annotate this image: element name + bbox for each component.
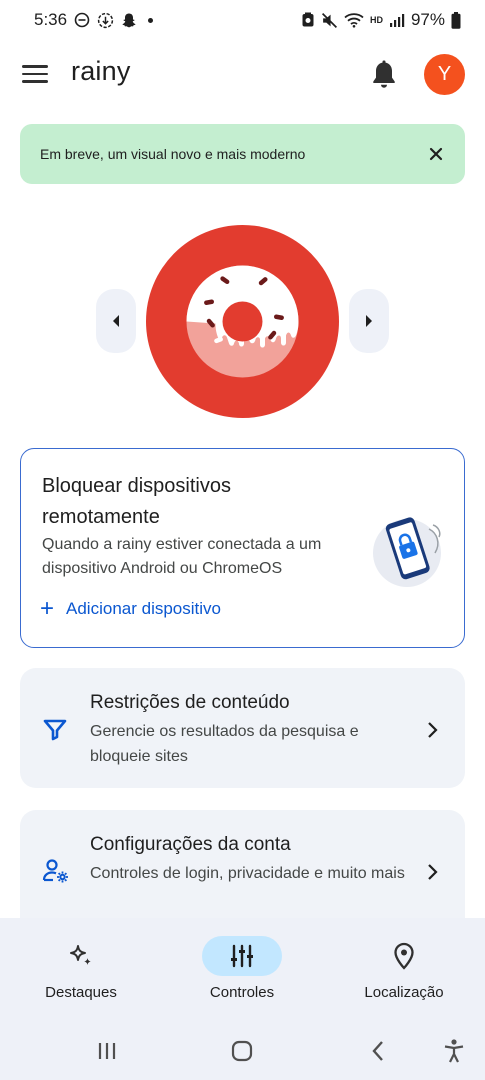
bottom-navigation: Destaques Controles Localização xyxy=(0,918,485,1030)
status-left: 5:36 xyxy=(34,10,154,30)
close-icon[interactable] xyxy=(425,143,447,165)
app-title: rainy xyxy=(71,56,131,86)
lock-devices-card[interactable]: Bloquear dispositivos remotamente Quando… xyxy=(20,448,465,648)
bell-icon[interactable] xyxy=(371,60,397,90)
chevron-right-icon xyxy=(366,315,372,327)
chevron-right-icon xyxy=(425,862,439,882)
home-icon[interactable] xyxy=(227,1036,257,1066)
app-bar: rainy Y xyxy=(0,44,485,104)
system-navigation-bar xyxy=(0,1030,485,1080)
location-pin-icon xyxy=(364,936,444,976)
signal-icon xyxy=(389,13,405,28)
mute-icon xyxy=(321,12,338,29)
menu-icon[interactable] xyxy=(22,62,48,86)
plus-icon: + xyxy=(40,595,55,622)
content-restrictions-card[interactable]: Restrições de conteúdo Gerencie os resul… xyxy=(20,668,465,788)
donut-illustration xyxy=(146,225,339,418)
chevron-right-icon xyxy=(425,720,439,740)
donut-graphic xyxy=(186,265,299,378)
restrictions-title: Restrições de conteúdo xyxy=(90,692,290,713)
do-not-disturb-icon xyxy=(74,12,90,28)
back-icon[interactable] xyxy=(363,1036,393,1066)
banner-text: Em breve, um visual novo e mais moderno xyxy=(40,146,306,162)
nav-tab-highlights[interactable]: Destaques xyxy=(1,918,161,1018)
locked-phone-illustration xyxy=(371,509,451,589)
accessibility-icon[interactable] xyxy=(439,1036,469,1066)
account-title: Configurações da conta xyxy=(90,834,291,855)
tune-icon xyxy=(202,936,282,976)
carousel-prev-button[interactable] xyxy=(96,289,136,353)
restrictions-description: Gerencie os resultados da pesquisa e blo… xyxy=(90,723,359,765)
announcement-banner: Em breve, um visual novo e mais moderno xyxy=(20,124,465,184)
notification-dot xyxy=(148,17,154,23)
status-right: HD 97% xyxy=(301,10,461,30)
alarm-icon xyxy=(301,12,315,28)
chevron-left-icon xyxy=(113,315,119,327)
download-icon xyxy=(97,12,114,29)
snapchat-icon xyxy=(121,12,137,28)
lock-card-description: Quando a rainy estiver conectada a um di… xyxy=(42,536,322,577)
battery-percent: 97% xyxy=(410,10,445,29)
manage-account-icon xyxy=(42,858,68,884)
nav-label-highlights: Destaques xyxy=(45,984,117,1001)
account-description: Controles de login, privacidade e muito … xyxy=(90,865,405,882)
filter-icon xyxy=(42,716,68,742)
status-time: 5:36 xyxy=(34,10,68,29)
sparkle-icon xyxy=(41,936,121,976)
lock-card-title: Bloquear dispositivos remotamente xyxy=(42,475,231,528)
add-device-button[interactable]: + Adicionar dispositivo xyxy=(40,595,221,622)
nav-tab-location[interactable]: Localização xyxy=(324,918,484,1018)
hd-icon: HD xyxy=(369,15,383,25)
status-bar: 5:36 HD 97% xyxy=(0,0,485,40)
nav-tab-controls[interactable]: Controles xyxy=(162,918,322,1018)
recents-icon[interactable] xyxy=(92,1036,122,1066)
nav-label-location: Localização xyxy=(364,984,444,1001)
battery-icon xyxy=(451,11,461,29)
wifi-icon xyxy=(344,12,364,28)
add-device-label: Adicionar dispositivo xyxy=(66,599,221,618)
carousel-next-button[interactable] xyxy=(349,289,389,353)
nav-label-controls: Controles xyxy=(209,984,275,1001)
avatar[interactable]: Y xyxy=(424,54,465,95)
